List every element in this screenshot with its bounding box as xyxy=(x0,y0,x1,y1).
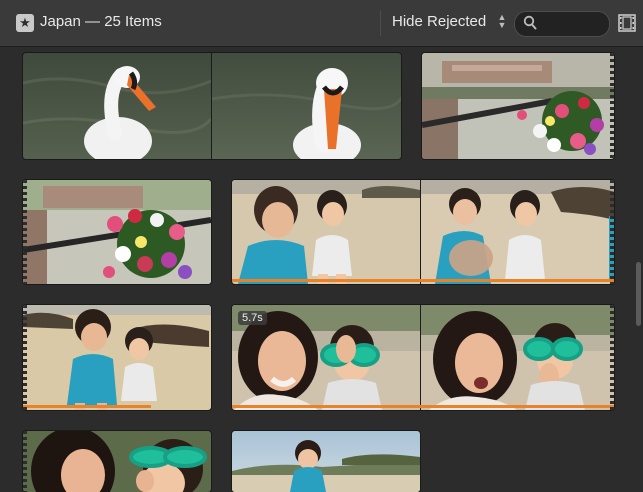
clip-kids-beach-2[interactable] xyxy=(23,305,211,410)
clip-swan[interactable] xyxy=(23,53,401,159)
clip-continues-edge xyxy=(23,305,27,410)
selection-range-bar[interactable] xyxy=(232,405,614,408)
clip-child-shore[interactable] xyxy=(232,431,420,492)
selection-range-bar[interactable] xyxy=(232,279,614,282)
filter-popup-label[interactable]: Hide Rejected xyxy=(392,13,486,30)
clip-duration-label: 5.7s xyxy=(238,311,267,325)
updown-arrows-icon[interactable]: ▲ ▼ xyxy=(497,13,507,30)
clip-continues-edge xyxy=(610,53,614,159)
clip-continues-edge xyxy=(610,180,614,284)
search-icon xyxy=(523,15,537,30)
clip-frame-swan xyxy=(23,53,211,159)
toolbar-divider xyxy=(380,10,381,36)
clip-continues-edge xyxy=(610,305,614,410)
selection-range-bar[interactable] xyxy=(23,405,151,408)
clip-mother-goggles[interactable]: 5.7s xyxy=(232,305,614,410)
clip-frame-flowers-bridge xyxy=(23,180,211,284)
event-title: Japan — 25 Items xyxy=(40,13,162,30)
clip-frame-kids-beach xyxy=(23,305,211,410)
browser-scrollbar[interactable] xyxy=(636,262,641,326)
browser-toolbar: ★ Japan — 25 Items Hide Rejected ▲ ▼ xyxy=(0,0,643,47)
clip-frame-kids-beach-hand xyxy=(420,180,614,284)
clip-continues-edge xyxy=(23,180,27,284)
clip-browser: 5.7s xyxy=(0,47,643,492)
clip-frame-flowers-bridge xyxy=(422,53,614,159)
search-field[interactable] xyxy=(514,11,610,37)
clip-flowers-bridge-1[interactable] xyxy=(422,53,614,159)
clip-kids-beach-1[interactable] xyxy=(232,180,614,284)
clip-frame-mother-goggles xyxy=(420,305,614,410)
filmstrip-icon[interactable] xyxy=(617,13,637,33)
search-input[interactable] xyxy=(541,15,605,33)
clip-frame-swan-closeup xyxy=(211,53,401,159)
clip-goggles-closeup[interactable] xyxy=(23,431,211,492)
clip-flowers-bridge-2[interactable] xyxy=(23,180,211,284)
clip-continues-edge xyxy=(23,431,27,492)
clip-frame-kids-beach xyxy=(232,180,420,284)
clip-frame-child-shore xyxy=(232,431,420,492)
clip-frame-goggles-closeup xyxy=(23,431,211,492)
star-icon[interactable]: ★ xyxy=(16,14,34,32)
